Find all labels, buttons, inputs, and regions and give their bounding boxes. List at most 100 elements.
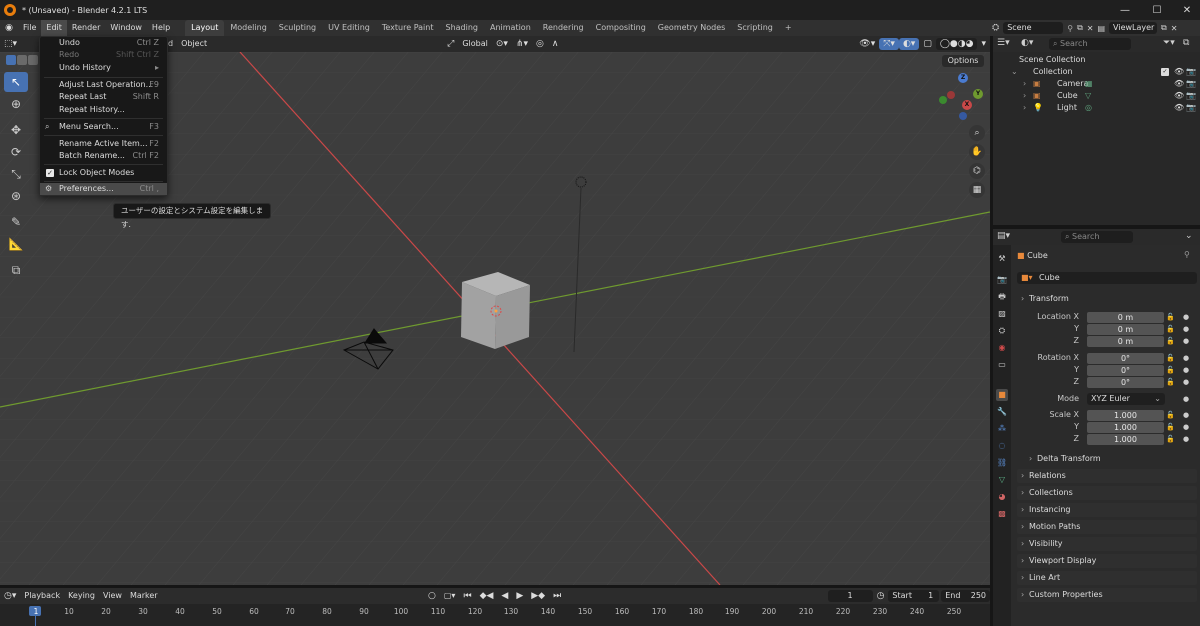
timeline-editor-icon[interactable]: ◷▾ xyxy=(0,590,20,602)
select-subtract-icon[interactable] xyxy=(28,55,38,65)
tab-scripting[interactable]: Scripting xyxy=(731,20,779,36)
jump-end-icon[interactable]: ⏭ xyxy=(549,590,565,602)
gizmo-y-axis[interactable]: Y xyxy=(973,89,983,99)
menu-file[interactable]: File xyxy=(18,20,41,36)
gizmo-z-axis[interactable]: Z xyxy=(958,73,968,83)
falloff-icon[interactable]: ∧ xyxy=(548,38,563,50)
properties-editor-icon[interactable]: ▤▾ xyxy=(997,231,1010,241)
tab-shading[interactable]: Shading xyxy=(439,20,484,36)
menu-window[interactable]: Window xyxy=(105,20,147,36)
minimize-button[interactable]: — xyxy=(1110,0,1140,20)
keyframe-dot-icon[interactable]: ● xyxy=(1183,325,1189,333)
tab-rendering[interactable]: Rendering xyxy=(537,20,590,36)
outliner-search-input[interactable]: ⌕ Search xyxy=(1049,38,1131,50)
display-mode-icon[interactable]: ◐▾ xyxy=(1021,38,1033,48)
keyframe-dot-icon[interactable]: ● xyxy=(1183,435,1189,443)
chevron-right-icon[interactable]: › xyxy=(1023,78,1026,90)
lock-icon[interactable]: 🔓 xyxy=(1166,366,1175,374)
lock-icon[interactable]: 🔓 xyxy=(1166,313,1175,321)
area-divider[interactable] xyxy=(0,585,990,588)
light-data-icon[interactable]: ◎ xyxy=(1085,102,1092,114)
outliner-item-cube[interactable]: › ▣ Cube ▽ 👁 📷 xyxy=(993,90,1200,102)
lock-icon[interactable]: 🔓 xyxy=(1166,423,1175,431)
measure-tool-icon[interactable]: 📐 xyxy=(4,234,28,254)
outliner-scene-collection[interactable]: Scene Collection xyxy=(993,54,1200,66)
keyframe-dot-icon[interactable]: ● xyxy=(1183,395,1189,403)
material-tab-icon[interactable]: ◕ xyxy=(996,491,1008,503)
maximize-button[interactable]: ☐ xyxy=(1142,0,1172,20)
lock-icon[interactable]: 🔓 xyxy=(1166,411,1175,419)
view-layer-tab-icon[interactable]: ▨ xyxy=(996,308,1008,320)
tab-animation[interactable]: Animation xyxy=(484,20,537,36)
lock-icon[interactable]: 🔓 xyxy=(1166,337,1175,345)
new-view-layer-icon[interactable]: ⧉ xyxy=(1161,23,1167,33)
panel-relations[interactable]: Relations xyxy=(1017,469,1197,483)
tab-sculpting[interactable]: Sculpting xyxy=(273,20,322,36)
tab-layout[interactable]: Layout xyxy=(185,20,225,36)
menu-item-undo-history[interactable]: Undo History ▸ xyxy=(40,62,167,74)
panel-custom-properties[interactable]: Custom Properties xyxy=(1017,588,1197,602)
lock-icon[interactable]: 🔓 xyxy=(1166,435,1175,443)
options-button[interactable]: Options xyxy=(942,55,984,67)
camera-view-icon[interactable]: ⌬ xyxy=(969,163,985,179)
gizmo-x-axis[interactable]: X xyxy=(962,100,972,110)
tool-tab-icon[interactable]: ⚒ xyxy=(996,253,1008,265)
prev-keyframe-icon[interactable]: ◆◀ xyxy=(476,590,498,602)
menu-edit[interactable]: Edit xyxy=(41,20,67,36)
outliner-collection[interactable]: ⌄ Collection ✓ 👁 📷 xyxy=(993,66,1200,78)
overlay-toggle-icon[interactable]: ◐▾ xyxy=(898,38,920,50)
physics-tab-icon[interactable]: ◌ xyxy=(996,440,1008,452)
play-icon[interactable]: ▶ xyxy=(512,590,527,602)
rotation-x-field[interactable]: 0° xyxy=(1087,353,1164,364)
keyframe-dot-icon[interactable]: ● xyxy=(1183,337,1189,345)
new-collection-icon[interactable]: ⧉ xyxy=(1183,38,1189,48)
outliner-editor-icon[interactable]: ☰▾ xyxy=(997,38,1010,48)
scale-x-field[interactable]: 1.000 xyxy=(1087,410,1164,421)
keying-set-icon[interactable]: ▢▾ xyxy=(440,590,460,602)
editor-type-icon[interactable]: ⬚▾ xyxy=(0,38,24,50)
rotation-mode-select[interactable]: XYZ Euler ⌄ xyxy=(1087,393,1165,405)
tab-texture-paint[interactable]: Texture Paint xyxy=(376,20,440,36)
tab-uv-editing[interactable]: UV Editing xyxy=(322,20,376,36)
menu-item-batch-rename[interactable]: Batch Rename... Ctrl F2 xyxy=(40,150,167,162)
panel-viewport-display[interactable]: Viewport Display xyxy=(1017,554,1197,568)
panel-options-icon[interactable]: ⌄ xyxy=(1185,231,1193,241)
scene-selector[interactable]: Scene xyxy=(1003,22,1064,34)
marker-menu[interactable]: Marker xyxy=(126,590,162,602)
keying-menu[interactable]: Keying xyxy=(64,590,99,602)
eye-icon[interactable]: 👁 xyxy=(1174,90,1184,102)
jump-start-icon[interactable]: ⏮ xyxy=(459,590,475,602)
move-tool-icon[interactable]: ✥ xyxy=(4,120,28,140)
menu-item-undo[interactable]: Undo Ctrl Z xyxy=(40,37,167,49)
eye-icon[interactable]: 👁 xyxy=(1174,102,1184,114)
delete-view-layer-icon[interactable]: ✕ xyxy=(1171,24,1178,33)
area-divider[interactable] xyxy=(990,36,993,626)
panel-collections[interactable]: Collections xyxy=(1017,486,1197,500)
snap-icon[interactable]: ⋔▾ xyxy=(512,38,532,50)
chevron-right-icon[interactable]: › xyxy=(1023,102,1026,114)
camera-render-icon[interactable]: 📷 xyxy=(1186,102,1196,114)
keyframe-dot-icon[interactable]: ● xyxy=(1183,354,1189,362)
orientation-selector[interactable]: Global xyxy=(458,38,492,50)
eye-icon[interactable]: 👁 xyxy=(1174,78,1184,90)
menu-item-lock-object-modes[interactable]: ✓ Lock Object Modes xyxy=(40,167,167,179)
menu-item-repeat-last[interactable]: Repeat Last Shift R xyxy=(40,91,167,103)
keyframe-dot-icon[interactable]: ● xyxy=(1183,411,1189,419)
scale-y-field[interactable]: 1.000 xyxy=(1087,422,1164,433)
camera-render-icon[interactable]: 📷 xyxy=(1186,90,1196,102)
camera-render-icon[interactable]: 📷 xyxy=(1186,78,1196,90)
object-name-field[interactable]: ■▾ Cube xyxy=(1017,272,1197,284)
select-extend-icon[interactable] xyxy=(17,55,27,65)
chevron-down-icon[interactable]: ⌄ xyxy=(1011,66,1018,78)
chevron-right-icon[interactable]: › xyxy=(1023,90,1026,102)
render-tab-icon[interactable]: 📷 xyxy=(996,274,1008,286)
data-tab-icon[interactable]: ▽ xyxy=(996,474,1008,486)
xray-icon[interactable]: ▢ xyxy=(919,38,936,50)
lock-icon[interactable]: 🔓 xyxy=(1166,354,1175,362)
properties-search-input[interactable]: ⌕ Search xyxy=(1061,231,1133,243)
gizmo-neg-x[interactable] xyxy=(947,91,955,99)
particles-tab-icon[interactable]: ⁂ xyxy=(996,423,1008,435)
menu-item-rename-active[interactable]: Rename Active Item... F2 xyxy=(40,138,167,150)
scale-tool-icon[interactable]: ⤡ xyxy=(4,164,28,184)
menu-item-menu-search[interactable]: ⌕ Menu Search... F3 xyxy=(40,121,167,133)
